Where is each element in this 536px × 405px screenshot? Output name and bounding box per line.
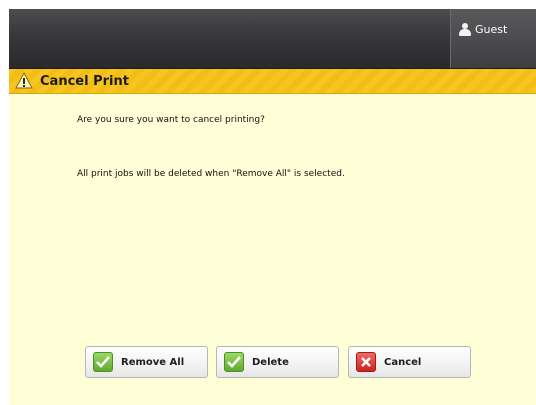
check-icon — [93, 352, 113, 372]
cancel-button[interactable]: Cancel — [348, 346, 471, 378]
warning-icon — [15, 72, 33, 90]
check-icon — [224, 352, 244, 372]
user-label: Guest — [475, 23, 508, 36]
cancel-label: Cancel — [384, 356, 422, 368]
x-icon — [356, 352, 376, 372]
info-message: All print jobs will be deleted when "Rem… — [77, 169, 345, 179]
delete-button[interactable]: Delete — [216, 346, 339, 378]
dialog-title: Cancel Print — [40, 73, 129, 89]
remove-all-label: Remove All — [121, 356, 185, 368]
confirmation-message: Are you sure you want to cancel printing… — [77, 115, 265, 125]
top-bar: Guest — [9, 9, 536, 69]
delete-label: Delete — [252, 356, 289, 368]
dialog-title-bar: Cancel Print — [9, 69, 536, 94]
print-dialog-frame: Guest Cancel Print Are you sure you want… — [9, 9, 536, 405]
user-icon — [459, 23, 471, 36]
user-button[interactable]: Guest — [450, 9, 536, 68]
remove-all-button[interactable]: Remove All — [85, 346, 208, 378]
